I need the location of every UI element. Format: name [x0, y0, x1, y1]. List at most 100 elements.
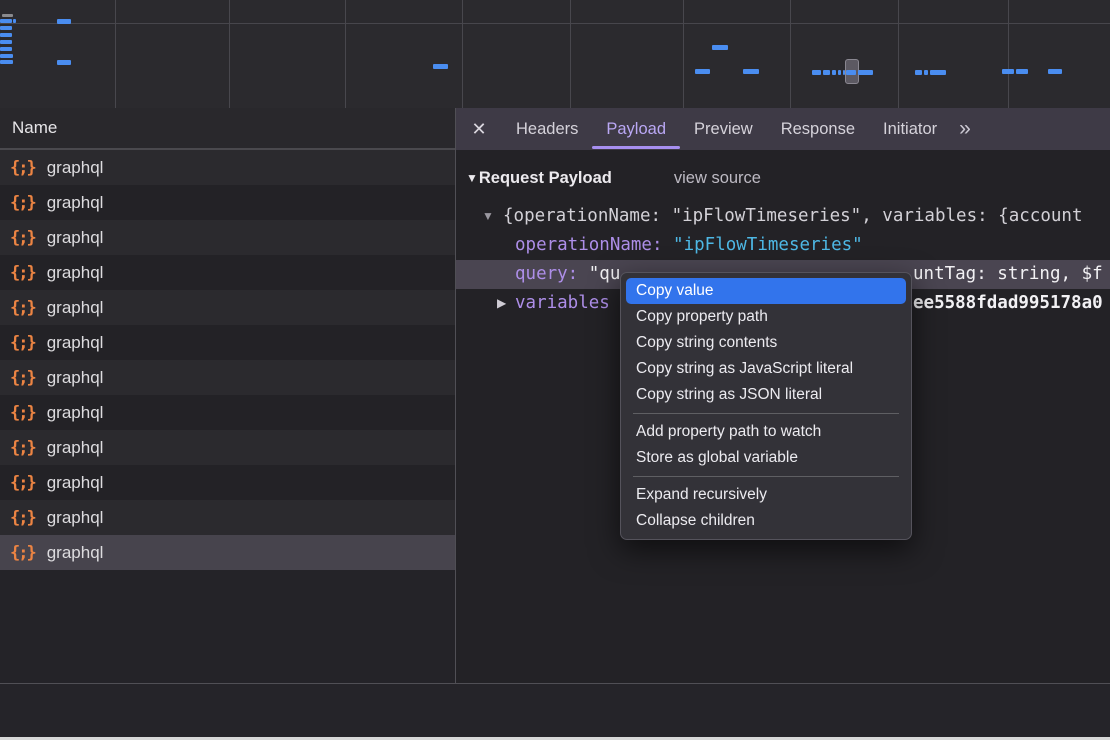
waterfall-bar	[915, 70, 922, 75]
property-value-right: untTag: string, $f	[913, 260, 1103, 289]
json-braces-icon: {;}	[10, 193, 35, 213]
network-request-row[interactable]: {;} graphql	[0, 395, 455, 430]
request-name-label: graphql	[47, 193, 104, 213]
section-disclosure-icon[interactable]: ▼	[466, 171, 478, 185]
status-bar-area	[0, 684, 1110, 737]
tab-preview[interactable]: Preview	[680, 108, 767, 150]
json-braces-icon: {;}	[10, 543, 35, 563]
request-name-label: graphql	[47, 368, 104, 388]
property-value-right: ee5588fdad995178a0	[913, 289, 1103, 318]
menu-item-copy-property-path[interactable]: Copy property path	[626, 304, 906, 330]
request-name-label: graphql	[47, 298, 104, 318]
menu-separator	[633, 476, 899, 477]
request-payload-section-header[interactable]: ▼Request Payload view source	[466, 164, 1110, 192]
waterfall-bar	[930, 70, 946, 75]
network-request-row[interactable]: {;}graphql	[0, 255, 455, 290]
waterfall-bar	[57, 60, 71, 65]
property-key: query:	[515, 264, 578, 284]
tab-payload[interactable]: Payload	[592, 108, 680, 150]
network-request-row[interactable]: {;} graphql	[0, 430, 455, 465]
json-braces-icon: {;}	[10, 158, 35, 178]
waterfall-bar	[858, 70, 873, 75]
request-name-label: graphql	[47, 333, 104, 353]
waterfall-bar	[846, 70, 856, 75]
waterfall-bar	[712, 45, 728, 50]
network-request-row[interactable]: {;} graphql	[0, 360, 455, 395]
request-name-label: graphql	[47, 263, 104, 283]
menu-item-copy-string-contents[interactable]: Copy string contents	[626, 330, 906, 356]
menu-item-copy-value[interactable]: Copy value	[626, 278, 906, 304]
request-name-label: graphql	[47, 473, 104, 493]
property-value: "ipFlowTimeseries"	[663, 235, 863, 255]
waterfall-bar	[1048, 69, 1062, 74]
waterfall-bar	[0, 40, 12, 44]
more-tabs-icon[interactable]: »	[959, 117, 969, 141]
name-column-header[interactable]: Name	[0, 108, 455, 150]
overview-vertical-gridline	[1008, 0, 1009, 108]
waterfall-bar	[1002, 69, 1014, 74]
network-request-row[interactable]: {;} graphql	[0, 290, 455, 325]
waterfall-bar	[0, 47, 12, 51]
property-key: operationName:	[515, 235, 663, 255]
network-request-row[interactable]: {;} graphql	[0, 150, 455, 185]
json-braces-icon: {;}	[10, 403, 35, 423]
close-icon[interactable]: ✕	[468, 119, 490, 140]
request-name-label: graphql	[47, 508, 104, 528]
waterfall-bar	[1016, 69, 1028, 74]
tab-headers[interactable]: Headers	[502, 108, 592, 150]
request-name-label: graphql	[47, 403, 104, 423]
json-braces-icon: {;}	[10, 473, 35, 493]
menu-item-collapse-children[interactable]: Collapse children	[626, 508, 906, 534]
payload-summary-text: {operationName: "ipFlowTimeseries", vari…	[503, 206, 1082, 226]
view-source-link[interactable]: view source	[674, 164, 761, 192]
waterfall-bar	[843, 70, 845, 75]
waterfall-bar	[0, 54, 13, 58]
request-name-label: graphql	[47, 438, 104, 458]
menu-item-copy-string-as-json-literal[interactable]: Copy string as JSON literal	[626, 382, 906, 408]
json-braces-icon: {;}	[10, 438, 35, 458]
request-name-label: graphql	[47, 228, 104, 248]
network-request-row[interactable]: {;} graphql	[0, 535, 455, 570]
request-name-label: graphql	[47, 543, 104, 563]
network-overview-timeline[interactable]	[0, 0, 1110, 110]
waterfall-bar	[924, 70, 928, 75]
overview-vertical-gridline	[683, 0, 684, 108]
menu-item-store-as-global-variable[interactable]: Store as global variable	[626, 445, 906, 471]
network-request-row[interactable]: {;}graphql	[0, 500, 455, 535]
json-braces-icon: {;}	[10, 368, 35, 388]
disclosure-triangle-icon[interactable]: ▶	[456, 289, 515, 318]
network-request-row[interactable]: {;} graphql	[0, 220, 455, 255]
waterfall-bar	[433, 64, 448, 69]
request-name-label: graphql	[47, 158, 104, 178]
waterfall-bar	[0, 60, 13, 64]
section-title: Request Payload	[479, 169, 612, 187]
overview-vertical-gridline	[345, 0, 346, 108]
menu-item-copy-string-as-javascript-literal[interactable]: Copy string as JavaScript literal	[626, 356, 906, 382]
overview-vertical-gridline	[229, 0, 230, 108]
network-request-list-pane: Name {;} graphql {;} graphql {;} graphql {;} gr…	[0, 108, 455, 737]
network-request-row[interactable]: {;} graphql	[0, 325, 455, 360]
disclosure-triangle-icon[interactable]: ▼	[456, 202, 503, 231]
network-request-row[interactable]: {;} graphql	[0, 185, 455, 220]
overview-vertical-gridline	[115, 0, 116, 108]
json-braces-icon: {;}	[10, 333, 35, 353]
json-braces-icon: {;}	[10, 228, 35, 248]
overview-vertical-gridline	[898, 0, 899, 108]
json-braces-icon: {;}	[10, 298, 35, 318]
property-value-left: "qu	[578, 264, 620, 284]
menu-item-expand-recursively[interactable]: Expand recursively	[626, 482, 906, 508]
waterfall-bar	[823, 70, 830, 75]
network-request-row[interactable]: {;} graphql	[0, 465, 455, 500]
menu-item-add-property-path-to-watch[interactable]: Add property path to watch	[626, 419, 906, 445]
waterfall-bar	[57, 19, 71, 24]
property-key: variables	[515, 293, 610, 313]
details-tab-bar: ✕ HeadersPayloadPreviewResponseInitiator…	[456, 108, 1110, 150]
context-menu: Copy valueCopy property pathCopy string …	[620, 272, 912, 540]
payload-row-operationname[interactable]: operationName: "ipFlowTimeseries"	[456, 231, 1110, 260]
tab-response[interactable]: Response	[767, 108, 869, 150]
waterfall-bar	[832, 70, 836, 75]
tab-initiator[interactable]: Initiator	[869, 108, 951, 150]
payload-summary-row[interactable]: ▼{operationName: "ipFlowTimeseries", var…	[456, 202, 1110, 231]
overview-vertical-gridline	[462, 0, 463, 108]
waterfall-bar	[838, 70, 841, 75]
